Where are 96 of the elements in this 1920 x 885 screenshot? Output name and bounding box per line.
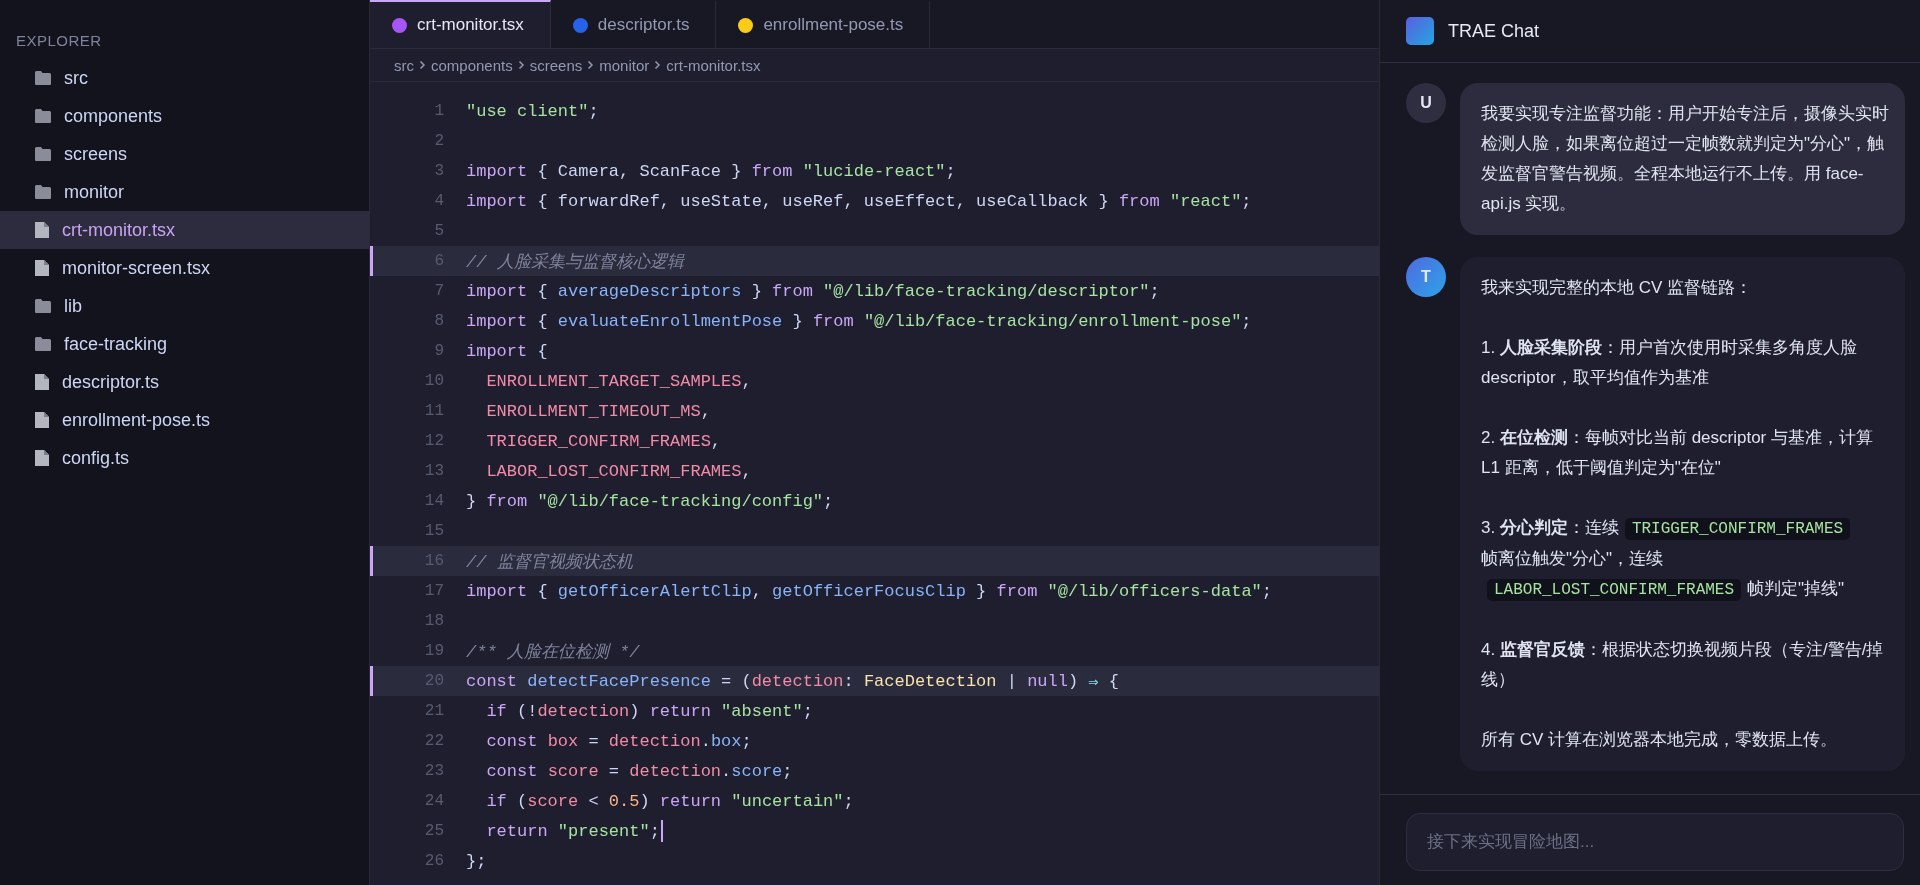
breadcrumb-item[interactable]: components bbox=[431, 56, 513, 74]
code-line: // 监督官视频状态机 bbox=[466, 551, 633, 573]
line-number: 24 bbox=[423, 792, 445, 810]
code-line: return "present"; bbox=[485, 821, 660, 841]
explorer-item[interactable]: lib bbox=[0, 287, 369, 325]
explorer-item[interactable]: screens bbox=[0, 135, 369, 173]
code-line: // 人脸采集与监督核心逻辑 bbox=[466, 251, 684, 273]
editor-tab[interactable]: crt-monitor.tsx bbox=[370, 0, 551, 48]
message-text: 帧离位触发"分心"，连续 bbox=[1481, 549, 1664, 568]
line-number: 17 bbox=[423, 582, 445, 600]
code-line: import { forwardRef, useState, useRef, useEffect, useCallback } from "react"; bbox=[466, 191, 1252, 211]
line-number: 9 bbox=[433, 342, 445, 360]
chevron-icon bbox=[517, 60, 525, 70]
explorer-item[interactable]: monitor-screen.tsx bbox=[0, 249, 369, 287]
explorer-item[interactable]: face-tracking bbox=[0, 325, 369, 363]
explorer-item[interactable]: config.ts bbox=[0, 439, 369, 477]
line-number: 26 bbox=[423, 852, 445, 870]
message-text: 1. 人脸采集阶段：用户首次使用时采集多角度人脸 descriptor，取平均值作为基准 bbox=[1481, 338, 1857, 387]
line-number: 19 bbox=[423, 642, 445, 660]
explorer-item[interactable]: enrollment-pose.ts bbox=[0, 401, 369, 439]
code-line: import { bbox=[466, 341, 548, 361]
code-line: const score = detection.score; bbox=[485, 761, 793, 781]
chat-input[interactable]: 接下来实现冒险地图... bbox=[1406, 813, 1904, 871]
message-text: 4. 监督官反馈：根据状态切换视频片段（专注/警告/掉线） bbox=[1481, 640, 1884, 689]
editor-tab[interactable]: enrollment-pose.ts bbox=[716, 0, 931, 48]
breadcrumb-item[interactable]: src bbox=[394, 56, 414, 74]
logo-icon bbox=[1406, 17, 1434, 45]
code-line: import { evaluateEnrollmentPose } from "@/lib/face-tracking/enrollment-pose"; bbox=[466, 311, 1252, 331]
explorer-item[interactable]: descriptor.ts bbox=[0, 363, 369, 401]
folder-icon bbox=[34, 336, 52, 352]
line-number: 14 bbox=[423, 492, 445, 510]
message-text: 3. 分心判定：连续 bbox=[1481, 518, 1619, 537]
chevron-icon bbox=[587, 60, 595, 70]
code-line: const detectFacePresence = (detection: FaceDetection | null) ⇒ { bbox=[466, 670, 1119, 692]
line-number: 18 bbox=[423, 612, 445, 630]
inline-code: TRIGGER_CONFIRM_FRAMES bbox=[1624, 518, 1851, 540]
explorer-item[interactable]: monitor bbox=[0, 173, 369, 211]
line-number: 23 bbox=[423, 762, 445, 780]
folder-icon bbox=[34, 108, 52, 124]
inline-code: LABOR_LOST_CONFIRM_FRAMES bbox=[1487, 579, 1742, 601]
avatar: U bbox=[1406, 83, 1446, 123]
message-text: 我要实现专注监督功能：用户开始专注后，摄像头实时检测人脸，如果离位超过一定帧数就判定为"分心"，触发监督官警告视频。全程本地运行不上传。用 face-api.js 实现。 bbox=[1481, 104, 1889, 213]
editor-tab[interactable]: descriptor.ts bbox=[550, 0, 717, 48]
code-line: const box = detection.box; bbox=[485, 731, 752, 751]
line-number: 21 bbox=[423, 702, 445, 720]
message-text: 帧判定"掉线" bbox=[1747, 579, 1845, 598]
file-icon bbox=[34, 411, 50, 429]
explorer-item[interactable]: crt-monitor.tsx bbox=[0, 211, 369, 249]
breadcrumb-item[interactable]: monitor bbox=[599, 56, 650, 74]
code-line: import { averageDescriptors } from "@/lib/face-tracking/descriptor"; bbox=[466, 281, 1160, 301]
line-number: 7 bbox=[433, 282, 445, 300]
file-icon bbox=[34, 449, 50, 467]
message-text: 我来实现完整的本地 CV 监督链路： bbox=[1481, 278, 1753, 297]
file-icon bbox=[34, 373, 50, 391]
chevron-icon bbox=[419, 60, 426, 70]
line-number: 12 bbox=[423, 432, 445, 450]
line-number: 3 bbox=[433, 162, 445, 180]
line-number: 2 bbox=[433, 132, 445, 150]
file-icon bbox=[34, 221, 50, 239]
code-line: if (!detection) return "absent"; bbox=[485, 701, 813, 721]
folder-icon bbox=[34, 146, 52, 162]
code-line: TRIGGER_CONFIRM_FRAMES, bbox=[485, 431, 722, 451]
code-line: } from "@/lib/face-tracking/config"; bbox=[466, 491, 834, 511]
code-line: LABOR_LOST_CONFIRM_FRAMES, bbox=[485, 461, 752, 481]
folder-icon bbox=[34, 184, 52, 200]
code-line: ENROLLMENT_TIMEOUT_MS, bbox=[485, 401, 711, 421]
sidebar-title: EXPLORER bbox=[15, 32, 103, 51]
code-line: import { Camera, ScanFace } from "lucide-react"; bbox=[466, 161, 956, 181]
chevron-icon bbox=[654, 60, 662, 70]
breadcrumb-item[interactable]: screens bbox=[529, 56, 583, 74]
line-number: 10 bbox=[423, 372, 445, 390]
code-line: /** 人脸在位检测 */ bbox=[466, 641, 640, 663]
line-number: 11 bbox=[423, 402, 445, 420]
file-icon bbox=[34, 259, 50, 277]
explorer-item[interactable]: components bbox=[0, 97, 369, 135]
line-number: 5 bbox=[433, 222, 445, 240]
line-number: 4 bbox=[433, 192, 445, 210]
folder-icon bbox=[34, 298, 52, 314]
code-line: if (score < 0.5) return "uncertain"; bbox=[485, 791, 854, 811]
message-text: 2. 在位检测：每帧对比当前 descriptor 与基准，计算 L1 距离，低于阈值判定为"在位" bbox=[1481, 428, 1873, 477]
line-number: 15 bbox=[423, 522, 445, 540]
line-number: 22 bbox=[423, 732, 445, 750]
folder-icon bbox=[34, 70, 52, 86]
explorer-item[interactable]: src bbox=[0, 59, 369, 97]
line-number: 25 bbox=[423, 822, 445, 840]
line-number: 1 bbox=[433, 102, 445, 120]
breadcrumb-item[interactable]: crt-monitor.tsx bbox=[666, 56, 761, 74]
code-line: ENROLLMENT_TARGET_SAMPLES, bbox=[485, 371, 752, 391]
code-line: }; bbox=[466, 851, 487, 871]
code-line: "use client"; bbox=[466, 101, 599, 121]
avatar: T bbox=[1406, 257, 1446, 297]
message-text: 所有 CV 计算在浏览器本地完成，零数据上传。 bbox=[1481, 730, 1838, 749]
code-line: import { getOfficerAlertClip, getOfficerFocusClip } from "@/lib/officers-data"; bbox=[466, 581, 1272, 601]
line-number: 8 bbox=[433, 312, 445, 330]
line-number: 13 bbox=[423, 462, 445, 480]
chat-title: TRAE Chat bbox=[1448, 20, 1540, 42]
